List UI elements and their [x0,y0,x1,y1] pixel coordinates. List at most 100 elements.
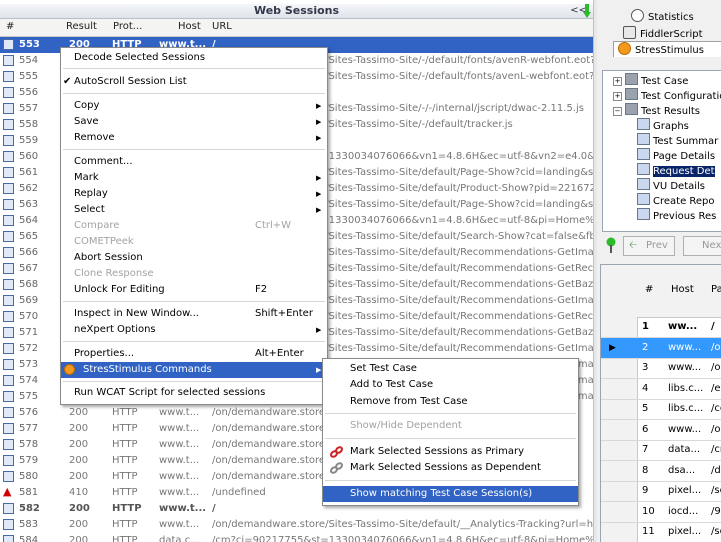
session-number: 566 [19,247,39,258]
menu-copy-label: Copy [74,100,100,111]
header-protocol[interactable]: Prot... [113,21,142,32]
tree-node[interactable]: Request Det [637,163,715,177]
tree-node[interactable]: + Test Case [613,73,688,87]
menu-separator [325,438,576,439]
session-host: www.t... [159,407,200,418]
tree-node[interactable]: VU Details [637,178,705,192]
menu-remove[interactable]: Remove ▶ [61,130,327,146]
grid-row[interactable]: 3 www... /or [601,358,721,379]
menu-nexpert[interactable]: neXpert Options ▶ [61,322,327,338]
tree-node[interactable]: Graphs [637,118,689,132]
menu-clone-response[interactable]: Clone Response [61,266,327,282]
session-host: data.c... [159,535,200,542]
tree-node[interactable]: − Test Results [613,103,700,117]
menu-separator [63,149,325,150]
prev-label: Prev [646,240,668,251]
session-number: 574 [19,375,39,386]
grid-header-num[interactable]: # [645,284,653,295]
expand-icon[interactable]: + [613,92,622,101]
grid-row[interactable]: 6 www... /or [601,420,721,441]
grid-cell-path: /se [711,526,721,537]
grid-row[interactable]: 11 pixel... /se [601,522,721,542]
header-result[interactable]: Result [66,21,97,32]
tab-fiddlerscript[interactable]: FiddlerScript [623,26,703,41]
grid-row[interactable]: 8 dsa... /da [601,461,721,482]
next-button[interactable]: Nex [683,236,721,256]
tree-node[interactable]: Previous Res [637,208,716,222]
menu-copy[interactable]: Copy ▶ [61,98,327,114]
tab-statistics[interactable]: Statistics [631,9,694,24]
menu-run-wcat[interactable]: Run WCAT Script for selected sessions [61,385,327,401]
submenu-mark-dependent[interactable]: Mark Selected Sessions as Dependent [323,460,578,476]
submenu-arrow-icon: ▶ [316,102,322,110]
tree-node-label: Test Summar [653,136,719,147]
menu-select[interactable]: Select ▶ [61,202,327,218]
submenu-set-test-case[interactable]: Set Test Case [323,361,578,377]
session-list-header: # Result Prot... Host URL [0,19,593,37]
menu-unlock[interactable]: Unlock For Editing F2 [61,282,327,298]
tree-node-label: Previous Res [653,211,717,222]
grid-row[interactable]: 5 libs.c... /cc [601,399,721,420]
session-row[interactable]: 584 200 HTTP data.c... /cm?ci=90217755&st=13… [0,533,593,542]
submenu-mark-primary[interactable]: Mark Selected Sessions as Primary [323,444,578,460]
session-result: 200 [69,471,89,482]
session-number: 579 [19,455,39,466]
grid-cell-host: libs.c... [668,403,704,414]
submenu-show-hide-dependent[interactable]: Show/Hide Dependent [323,418,578,434]
session-host: www.t... [159,455,200,466]
tree-node[interactable]: + Test Configuratio [613,88,721,102]
tree-node[interactable]: Create Repo [637,193,715,207]
tree-node[interactable]: Test Summar [637,133,718,147]
prev-button[interactable]: 🡠 Prev [623,236,675,256]
grid-row[interactable]: ▶ 2 www... /or [601,337,721,359]
collapse-icon[interactable]: − [613,107,622,116]
menu-inspect[interactable]: Inspect in New Window... Shift+Enter [61,306,327,322]
session-row[interactable]: 583 200 HTTP www.t... /on/demandware.store/S… [0,517,593,533]
web-sessions-title-text: Web Sessions [253,4,340,17]
checkmark-icon: ✔ [63,76,72,87]
menu-comment-label: Comment... [74,156,133,167]
submenu-remove-from-test-case[interactable]: Remove from Test Case [323,394,578,410]
tab-stresstimulus[interactable]: StresStimulus [613,41,721,57]
tree-node[interactable]: Page Details [637,148,715,162]
menu-stresstimulus-commands[interactable]: StresStimulus Commands ▶ [61,362,327,378]
menu-inspect-label: Inspect in New Window... [74,308,199,319]
header-host[interactable]: Host [178,21,201,32]
expand-icon[interactable]: + [613,77,622,86]
grid-row[interactable]: 4 libs.c... /el [601,379,721,400]
session-result: 200 [69,535,89,542]
grid-row[interactable]: 10 iocd... /90 [601,502,721,523]
menu-compare[interactable]: Compare Ctrl+W [61,218,327,234]
menu-mark[interactable]: Mark ▶ [61,170,327,186]
grid-cell-host: dsa... [668,464,696,476]
session-url: /on/demandware.store/S [212,423,335,434]
menu-properties[interactable]: Properties... Alt+Enter [61,346,327,362]
menu-autoscroll[interactable]: ✔ AutoScroll Session List [61,74,327,90]
tree-node-label: Page Details [653,151,716,162]
tree-node-icon [637,163,650,175]
header-url[interactable]: URL [212,21,232,32]
session-number: 560 [19,151,39,162]
submenu-arrow-icon: ▶ [316,118,322,126]
menu-abort-session[interactable]: Abort Session [61,250,327,266]
grid-row[interactable]: 9 pixel... /se [601,481,721,502]
grid-cell-host: iocd... [668,505,699,517]
menu-replay[interactable]: Replay ▶ [61,186,327,202]
menu-save[interactable]: Save ▶ [61,114,327,130]
menu-comment[interactable]: Comment... [61,154,327,170]
grid-header-host[interactable]: Host [671,284,694,295]
session-icon [3,103,14,114]
next-label: Nex [702,240,721,251]
grid-cell-num: 7 [642,444,649,455]
submenu-add-to-test-case[interactable]: Add to Test Case [323,377,578,393]
grid-row[interactable]: 7 data... /cr [601,440,721,461]
grid-cell-path: /el [711,382,721,394]
menu-cometpeek[interactable]: COMETPeek [61,234,327,250]
grid-row[interactable]: 1 ww... / [601,317,721,338]
menu-separator [63,301,325,302]
submenu-show-matching[interactable]: Show matching Test Case Session(s) [323,486,578,502]
menu-decode[interactable]: Decode Selected Sessions [61,50,327,66]
header-number[interactable]: # [6,21,14,32]
session-icon [3,247,14,258]
grid-header-path[interactable]: Pa [711,284,721,295]
